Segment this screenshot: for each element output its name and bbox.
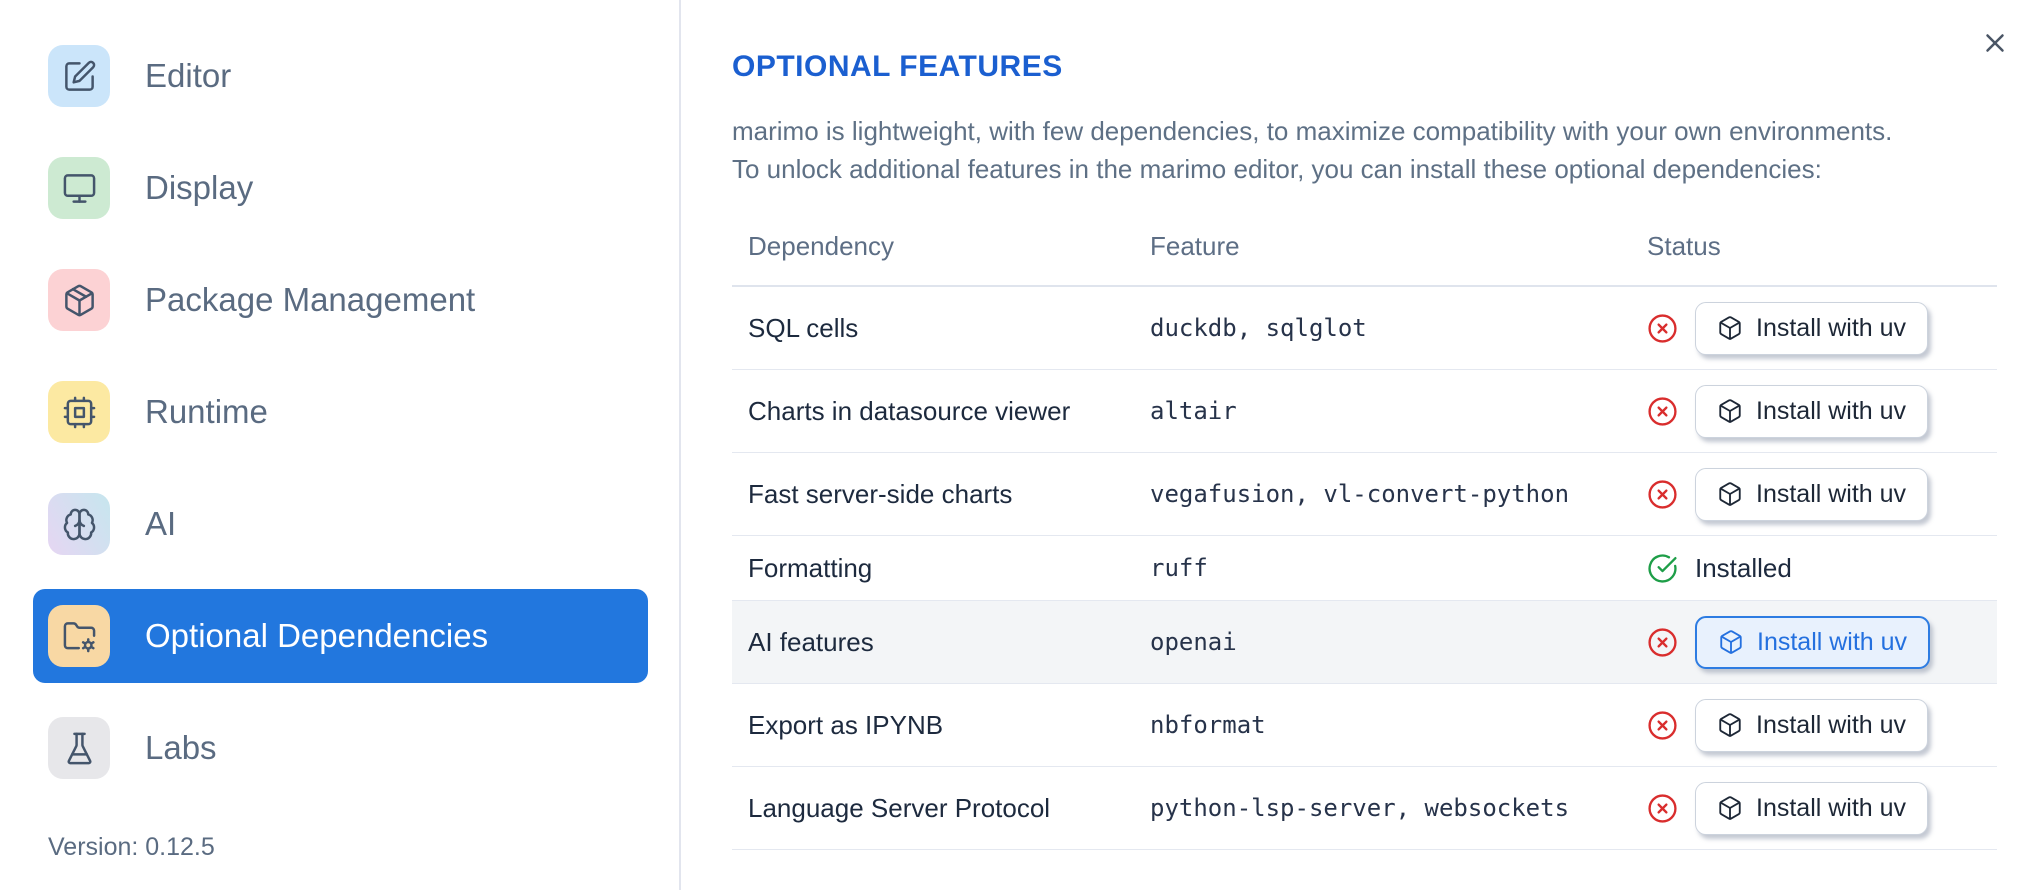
sidebar-item-label: AI [145, 505, 177, 542]
circle-x-icon [1647, 396, 1678, 427]
folder-cog-icon [48, 605, 110, 667]
dependency-cell: SQL cells [732, 286, 1134, 370]
feature-cell: vegafusion, vl-convert-python [1134, 452, 1631, 536]
flask-icon [48, 717, 110, 779]
table-row: Export as IPYNB nbformat Install with uv [732, 683, 1997, 767]
page-title: OPTIONAL FEATURES [732, 50, 1063, 83]
box-icon [1717, 795, 1743, 821]
status-cell: Install with uv [1631, 600, 1997, 684]
box-icon [1717, 712, 1743, 738]
square-pen-icon [48, 45, 110, 107]
sidebar-item-label: Labs [145, 729, 217, 766]
settings-sidebar: Editor Display Package Management Runtime AI… [0, 0, 681, 890]
install-button-label: Install with uv [1756, 396, 1907, 425]
dependency-cell: Charts in datasource viewer [732, 369, 1134, 453]
box-icon [1718, 629, 1744, 655]
intro-line-2: To unlock additional features in the mar… [732, 154, 1822, 184]
sidebar-nav: Editor Display Package Management Runtime AI… [33, 29, 679, 795]
column-header-feature: Feature [1134, 208, 1631, 287]
status-cell: Install with uv [1631, 766, 1997, 850]
sidebar-item-label: Package Management [145, 281, 476, 318]
sidebar-item-ai[interactable]: AI [33, 477, 648, 571]
feature-cell: duckdb, sqlglot [1134, 286, 1631, 370]
install-button-label: Install with uv [1756, 313, 1907, 342]
sidebar-item-package-management[interactable]: Package Management [33, 253, 648, 347]
sidebar-item-label: Runtime [145, 393, 268, 430]
install-with-uv-button[interactable]: Install with uv [1695, 301, 1929, 355]
sidebar-item-label: Optional Dependencies [145, 617, 489, 654]
install-button-label: Install with uv [1756, 479, 1907, 508]
intro-line-1: marimo is lightweight, with few dependen… [732, 116, 1893, 146]
table-row: AI features openai Install with uv [732, 600, 1997, 684]
sidebar-item-optional-dependencies[interactable]: Optional Dependencies [33, 589, 648, 683]
sidebar-item-editor[interactable]: Editor [33, 29, 648, 123]
install-with-uv-button[interactable]: Install with uv [1695, 467, 1929, 521]
install-button-label: Install with uv [1756, 793, 1907, 822]
column-header-dependency: Dependency [732, 208, 1134, 287]
install-button-label: Install with uv [1757, 627, 1908, 656]
sidebar-item-label: Display [145, 169, 254, 206]
sidebar-item-display[interactable]: Display [33, 141, 648, 235]
box-icon [1717, 481, 1743, 507]
table-row: Charts in datasource viewer altair Install… [732, 369, 1997, 453]
install-with-uv-button[interactable]: Install with uv [1695, 615, 1931, 669]
dependency-cell: Export as IPYNB [732, 683, 1134, 767]
package-icon [48, 269, 110, 331]
optional-features-panel: OPTIONAL FEATURES marimo is lightweight,… [683, 0, 2042, 890]
version-label: Version: 0.12.5 [48, 833, 215, 861]
table-row: SQL cells duckdb, sqlglot Install with uv [732, 286, 1997, 370]
table-row: Language Server Protocol python-lsp-serve… [732, 766, 1997, 850]
feature-cell: python-lsp-server, websockets [1134, 766, 1631, 850]
status-cell: Install with uv [1631, 452, 1997, 536]
status-cell: Install with uv [1631, 683, 1997, 767]
monitor-icon [48, 157, 110, 219]
status-cell: Install with uv [1631, 369, 1997, 453]
circle-x-icon [1647, 710, 1678, 741]
circle-x-icon [1647, 793, 1678, 824]
table-row: Fast server-side charts vegafusion, vl-co… [732, 452, 1997, 536]
circle-x-icon [1647, 479, 1678, 510]
install-with-uv-button[interactable]: Install with uv [1695, 698, 1929, 752]
intro-text: marimo is lightweight, with few dependen… [732, 112, 1997, 188]
box-icon [1717, 398, 1743, 424]
install-with-uv-button[interactable]: Install with uv [1695, 384, 1929, 438]
install-button-label: Install with uv [1756, 710, 1907, 739]
brain-icon [48, 493, 110, 555]
optional-features-table: Dependency Feature Status SQL cells duckd… [732, 208, 1997, 850]
dependency-cell: Fast server-side charts [732, 452, 1134, 536]
circle-x-icon [1647, 313, 1678, 344]
feature-cell: nbformat [1134, 683, 1631, 767]
feature-cell: openai [1134, 600, 1631, 684]
status-label: Installed [1695, 552, 1792, 583]
sidebar-item-runtime[interactable]: Runtime [33, 365, 648, 459]
sidebar-item-label: Editor [145, 57, 232, 94]
dependency-cell: Language Server Protocol [732, 766, 1134, 850]
table-header-row: Dependency Feature Status [732, 208, 1997, 287]
box-icon [1717, 315, 1743, 341]
dependency-cell: AI features [732, 600, 1134, 684]
circle-check-icon [1647, 553, 1678, 584]
sidebar-item-labs[interactable]: Labs [33, 701, 648, 795]
install-with-uv-button[interactable]: Install with uv [1695, 781, 1929, 835]
column-header-status: Status [1631, 208, 1997, 287]
dependency-cell: Formatting [732, 535, 1134, 601]
status-cell: Installed [1631, 535, 1997, 601]
feature-cell: ruff [1134, 535, 1631, 601]
table-row: Formatting ruff Installed [732, 535, 1997, 601]
feature-cell: altair [1134, 369, 1631, 453]
cpu-icon [48, 381, 110, 443]
circle-x-icon [1647, 627, 1678, 658]
status-cell: Install with uv [1631, 286, 1997, 370]
